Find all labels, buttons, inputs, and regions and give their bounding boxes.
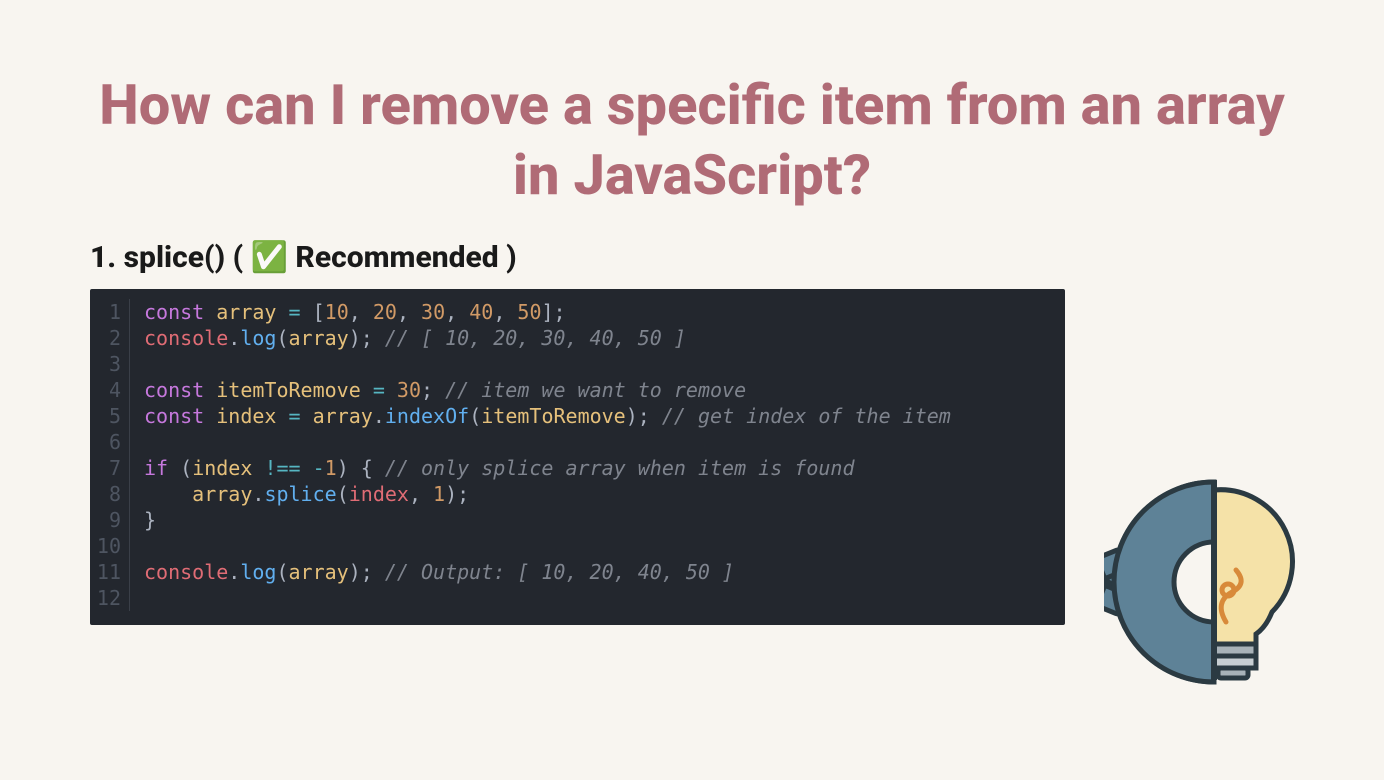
- code-line: 11 console.log(array); // Output: [ 10, 2…: [90, 559, 1065, 585]
- code-content: [144, 351, 156, 377]
- line-number: 12: [90, 585, 130, 611]
- line-number: 11: [90, 559, 130, 585]
- code-line: 6: [90, 429, 1065, 455]
- line-number: 4: [90, 377, 130, 403]
- code-line: 3: [90, 351, 1065, 377]
- line-number: 9: [90, 507, 130, 533]
- code-content: [144, 429, 156, 455]
- code-content: const itemToRemove = 30; // item we want…: [144, 377, 746, 403]
- code-content: }: [144, 507, 156, 533]
- line-number: 10: [90, 533, 130, 559]
- code-content: [144, 585, 156, 611]
- code-line: 1 const array = [10, 20, 30, 40, 50];: [90, 299, 1065, 325]
- code-content: console.log(array); // Output: [ 10, 20,…: [144, 559, 734, 585]
- line-number: 8: [90, 481, 130, 507]
- gear-bulb-illustration: [1104, 472, 1324, 692]
- code-line: 7 if (index !== -1) { // only splice arra…: [90, 455, 1065, 481]
- code-content: console.log(array); // [ 10, 20, 30, 40,…: [144, 325, 686, 351]
- section-subtitle: 1. splice() ( ✅ Recommended ): [0, 240, 1384, 289]
- code-content: if (index !== -1) { // only splice array…: [144, 455, 855, 481]
- line-number: 2: [90, 325, 130, 351]
- code-line: 10: [90, 533, 1065, 559]
- line-number: 6: [90, 429, 130, 455]
- code-content: const array = [10, 20, 30, 40, 50];: [144, 299, 566, 325]
- line-number: 7: [90, 455, 130, 481]
- code-line: 4 const itemToRemove = 30; // item we wan…: [90, 377, 1065, 403]
- line-number: 5: [90, 403, 130, 429]
- line-number: 3: [90, 351, 130, 377]
- code-line: 5 const index = array.indexOf(itemToRemov…: [90, 403, 1065, 429]
- code-line: 8 array.splice(index, 1);: [90, 481, 1065, 507]
- code-line: 9}: [90, 507, 1065, 533]
- code-content: array.splice(index, 1);: [144, 481, 469, 507]
- code-line: 12: [90, 585, 1065, 611]
- code-content: [144, 533, 156, 559]
- code-content: const index = array.indexOf(itemToRemove…: [144, 403, 951, 429]
- code-line: 2 console.log(array); // [ 10, 20, 30, 40…: [90, 325, 1065, 351]
- line-number: 1: [90, 299, 130, 325]
- page-title: How can I remove a specific item from an…: [0, 0, 1384, 240]
- code-block: 1 const array = [10, 20, 30, 40, 50]; 2 con…: [90, 289, 1065, 625]
